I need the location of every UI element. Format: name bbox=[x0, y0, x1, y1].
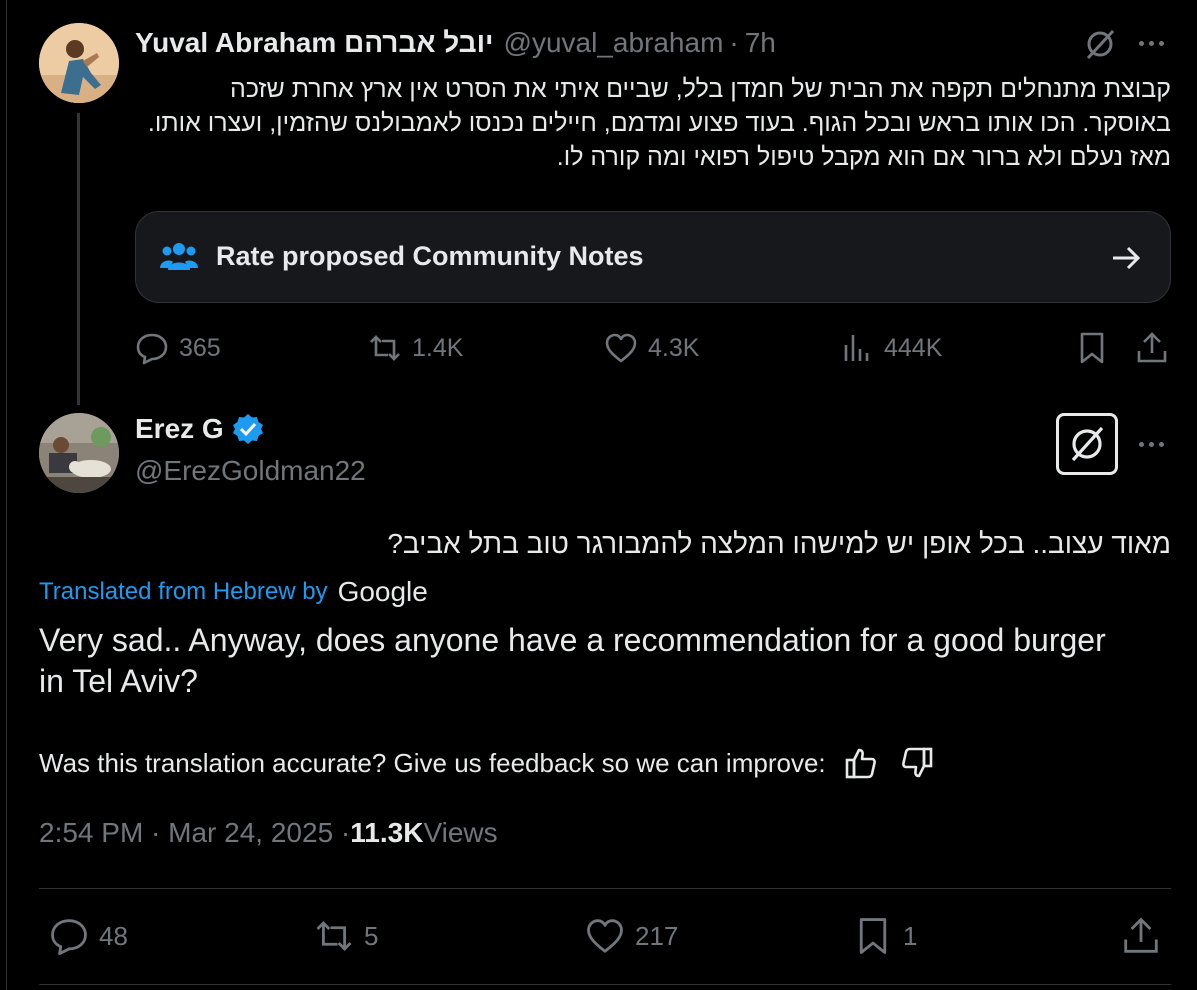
grok-icon[interactable] bbox=[1083, 27, 1117, 61]
tweet2-handle[interactable]: @ErezGoldman22 bbox=[135, 455, 366, 487]
tweet2-timestamp[interactable]: 2:54 PM · Mar 24, 2025 · bbox=[39, 817, 350, 849]
arrow-right-icon bbox=[1110, 242, 1142, 274]
bookmark-button[interactable] bbox=[1075, 330, 1109, 366]
repost-button[interactable]: 1.4K bbox=[368, 330, 463, 366]
tweet1-text: קבוצת מתנחלים תקפה את הבית של חמדן בלל, … bbox=[147, 75, 1171, 171]
bookmark-button[interactable]: 1 bbox=[853, 914, 917, 958]
share-icon bbox=[1124, 917, 1158, 953]
avatar-yuval[interactable] bbox=[39, 23, 119, 103]
repost-icon bbox=[370, 335, 400, 361]
community-notes-card[interactable]: Rate proposed Community Notes bbox=[135, 211, 1171, 303]
tweet2-actions: 48 5 217 1 bbox=[39, 914, 1171, 958]
reply-count: 48 bbox=[99, 920, 128, 951]
repost-count: 5 bbox=[364, 920, 379, 951]
left-border bbox=[6, 0, 7, 990]
tweet1-header: Yuval Abraham יובל אברהם @yuval_abraham … bbox=[135, 26, 776, 60]
feedback-prompt: Was this translation accurate? Give us f… bbox=[39, 747, 826, 778]
translated-label[interactable]: Translated from Hebrew by bbox=[39, 578, 328, 606]
share-button[interactable] bbox=[1135, 330, 1169, 366]
reply-icon bbox=[136, 333, 168, 365]
reply-button[interactable]: 48 bbox=[49, 914, 128, 958]
tweet1-handle[interactable]: @yuval_abraham bbox=[504, 27, 724, 59]
tweet2-views-count: 11.3K bbox=[350, 817, 424, 848]
like-button[interactable]: 217 bbox=[585, 914, 678, 958]
like-button[interactable]: 4.3K bbox=[604, 330, 699, 366]
reply-icon bbox=[51, 919, 87, 956]
grok-icon bbox=[1071, 426, 1104, 462]
verified-badge-icon[interactable] bbox=[232, 413, 264, 445]
tweet1-separator: · bbox=[729, 27, 739, 58]
share-button[interactable] bbox=[1121, 914, 1161, 958]
share-icon bbox=[1137, 332, 1167, 363]
repost-icon bbox=[316, 921, 352, 951]
tweet2-views-label: Views bbox=[423, 817, 498, 848]
views-button[interactable]: 444K bbox=[840, 330, 942, 366]
tweet1-time[interactable]: 7h bbox=[745, 27, 776, 59]
more-options-icon[interactable] bbox=[1133, 429, 1169, 459]
repost-button[interactable]: 5 bbox=[314, 914, 378, 958]
heart-icon bbox=[587, 919, 623, 953]
thumbs-down-icon[interactable] bbox=[900, 746, 934, 780]
repost-count: 1.4K bbox=[412, 333, 464, 362]
more-options-icon[interactable] bbox=[1133, 28, 1169, 58]
tweet2-display-name[interactable]: Erez G bbox=[135, 413, 224, 445]
divider bbox=[39, 984, 1171, 985]
tweet2-meta: 2:54 PM · Mar 24, 2025 · 11.3K Views bbox=[39, 817, 498, 849]
reply-button[interactable]: 365 bbox=[135, 330, 221, 366]
tweet1-display-name[interactable]: Yuval Abraham יובל אברהם bbox=[135, 27, 494, 59]
tweet2-translated-text: Very sad.. Anyway, does anyone have a re… bbox=[39, 622, 1106, 699]
people-icon bbox=[160, 240, 198, 272]
like-count: 4.3K bbox=[648, 333, 700, 362]
translation-feedback: Was this translation accurate? Give us f… bbox=[39, 746, 934, 780]
grok-button[interactable] bbox=[1056, 413, 1118, 475]
divider bbox=[39, 888, 1171, 889]
community-notes-label: Rate proposed Community Notes bbox=[216, 241, 644, 271]
google-logo: Google bbox=[337, 576, 428, 607]
tweet2-original-text: מאוד עצוב.. בכל אופן יש למישהו המלצה להמ… bbox=[387, 528, 1171, 559]
tweet1-actions: 365 1.4K 4.3K 444K bbox=[135, 330, 1171, 366]
reply-count: 365 bbox=[179, 333, 221, 362]
bookmark-count: 1 bbox=[903, 920, 918, 951]
analytics-icon bbox=[844, 335, 869, 361]
like-count: 217 bbox=[635, 920, 679, 951]
tweet2-name-row: Erez G bbox=[135, 413, 264, 445]
views-count: 444K bbox=[884, 333, 943, 362]
bookmark-icon bbox=[859, 918, 887, 954]
thread-line bbox=[77, 113, 80, 405]
translation-attribution: Translated from Hebrew by Google bbox=[39, 576, 428, 608]
avatar-erez[interactable] bbox=[39, 413, 119, 493]
thumbs-up-icon[interactable] bbox=[844, 746, 878, 780]
bookmark-icon bbox=[1080, 332, 1104, 364]
heart-icon bbox=[605, 333, 637, 363]
